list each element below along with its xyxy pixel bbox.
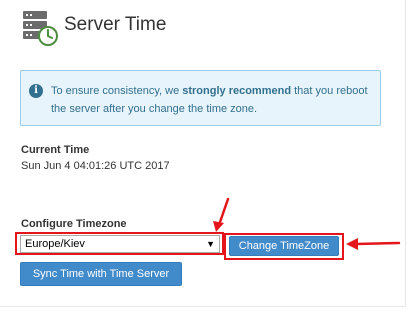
timezone-select[interactable]: Europe/Kiev ▼ <box>20 235 220 253</box>
info-icon: i <box>29 84 43 98</box>
page-title: Server Time <box>64 14 167 35</box>
change-timezone-button[interactable]: Change TimeZone <box>229 236 339 256</box>
notice-text-strong: strongly recommend <box>182 85 292 97</box>
reboot-notice: i To ensure consistency, we strongly rec… <box>20 70 381 126</box>
current-time-value: Sun Jun 4 04:01:26 UTC 2017 <box>21 160 170 172</box>
server-clock-icon <box>23 11 58 46</box>
notice-text: To ensure consistency, we strongly recom… <box>51 82 377 118</box>
configure-timezone-label: Configure Timezone <box>21 218 127 230</box>
dropdown-caret-icon: ▼ <box>206 239 215 249</box>
notice-text-before: To ensure consistency, we <box>51 85 183 97</box>
current-time-label: Current Time <box>21 144 90 156</box>
timezone-selected-value: Europe/Kiev <box>25 238 85 250</box>
sync-time-button[interactable]: Sync Time with Time Server <box>20 262 182 286</box>
